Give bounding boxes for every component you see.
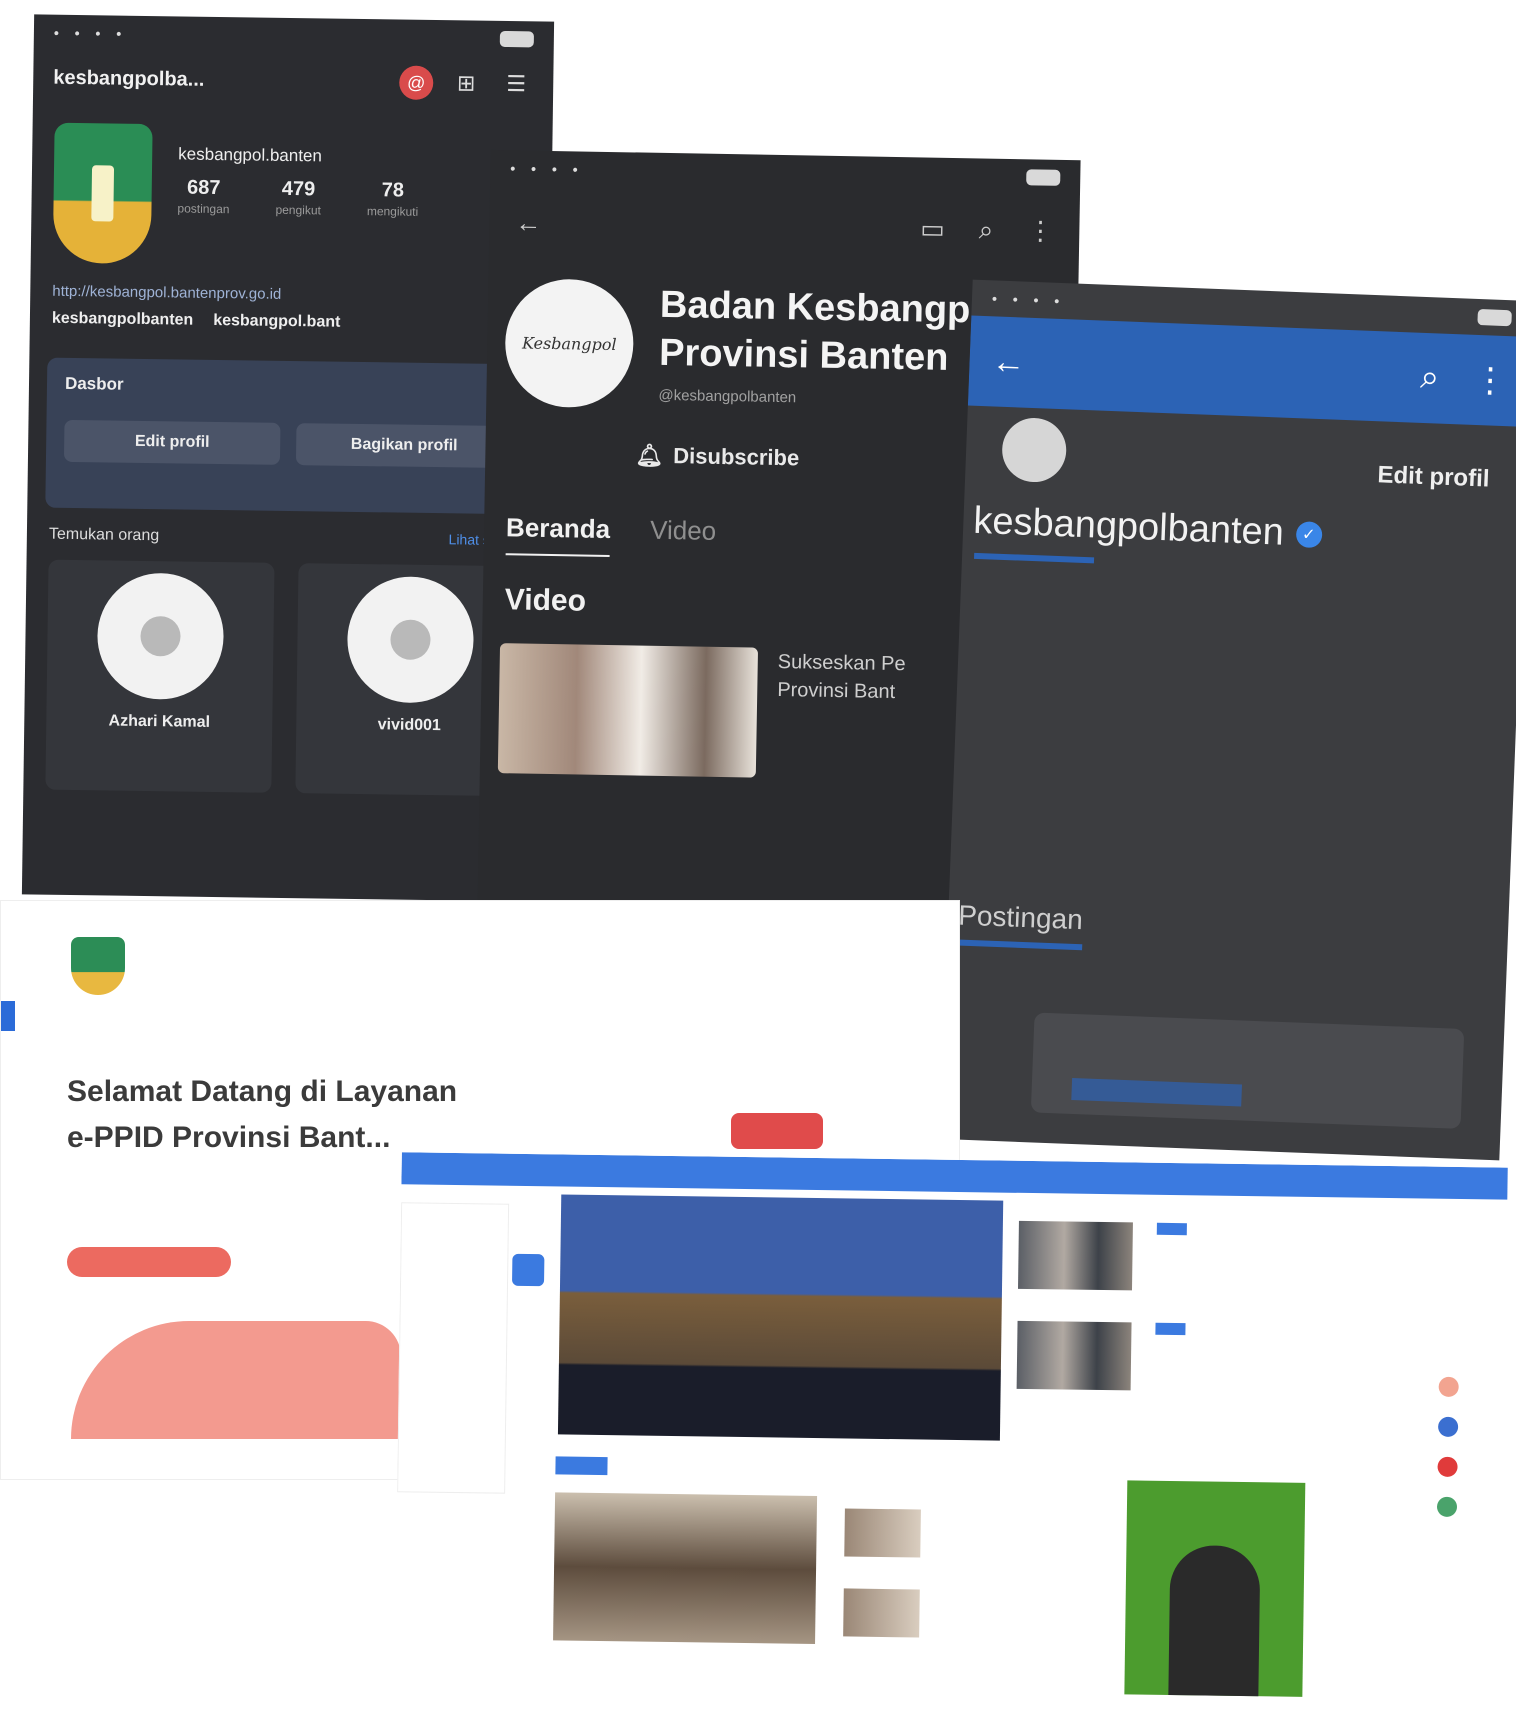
person-figure [1168, 1544, 1261, 1697]
subscribed-button[interactable]: 🔔︎ Disubscribe [635, 442, 799, 471]
mini-news-item[interactable] [844, 1508, 921, 1558]
cta-button[interactable] [67, 1247, 231, 1277]
add-post-icon[interactable]: ⊞ [449, 66, 483, 100]
news-thumbnail[interactable] [844, 1508, 921, 1558]
banten-crest-avatar[interactable] [52, 122, 153, 265]
edit-profile-button[interactable]: Edit profil [1377, 461, 1490, 493]
stat-followers[interactable]: 479 pengikut [275, 178, 321, 220]
decorative-wave [71, 1321, 401, 1439]
threads-link-1[interactable]: kesbangpolbanten [52, 310, 194, 330]
edit-profile-button[interactable]: Edit profil [63, 419, 281, 465]
ig-threads-links: kesbangpolbanten kesbangpol.bant [30, 303, 550, 340]
avatar [96, 572, 225, 701]
video-thumbnail[interactable] [497, 643, 759, 778]
youtube-icon[interactable] [1437, 1456, 1458, 1477]
cast-icon[interactable]: ▭ [920, 213, 945, 245]
portrait-photo[interactable] [1124, 1480, 1306, 1697]
news-portal-screenshot [394, 1152, 1516, 1712]
back-arrow-icon[interactable]: ← [515, 207, 542, 238]
verified-badge-icon: ✓ [1295, 520, 1323, 548]
search-icon[interactable]: ⌕ [1419, 358, 1440, 399]
channel-title: Badan Kesbangp Provinsi Banten [658, 283, 971, 379]
more-icon[interactable]: ⋮ [1027, 215, 1054, 247]
bell-icon: 🔔︎ [635, 442, 664, 468]
category-tag [1155, 1322, 1186, 1336]
top-nav-bar[interactable] [401, 1152, 1508, 1200]
tab-videos[interactable]: Video [650, 515, 717, 559]
share-profile-button[interactable]: Bagikan profil [295, 423, 513, 469]
ig-profile-name: kesbangpol.banten [178, 144, 323, 166]
section-label [555, 1456, 608, 1476]
video-title: Sukseskan Pe Provinsi Bant [777, 650, 906, 704]
side-news-item[interactable] [1016, 1320, 1186, 1391]
side-menu[interactable] [397, 1202, 510, 1494]
side-news-item[interactable] [1018, 1220, 1187, 1291]
banten-logo[interactable] [71, 937, 125, 995]
edge-marker [1, 1001, 15, 1031]
suggestion-name: vivid001 [377, 716, 441, 735]
page-headline: Selamat Datang di Layanan e-PPID Provins… [67, 1075, 458, 1154]
news-thumbnail[interactable] [1018, 1220, 1133, 1291]
hero-news[interactable] [557, 1194, 1004, 1441]
ig-profile-header: kesbangpol.banten 687 postingan 479 pengik… [31, 104, 553, 269]
news-thumbnail[interactable] [843, 1588, 920, 1638]
yt-top-bar: ← ▭ ⌕ ⋮ [489, 186, 1080, 268]
tab-home[interactable]: Beranda [505, 512, 611, 558]
avatar [346, 575, 475, 704]
dashboard-subtitle [65, 400, 513, 406]
stat-following[interactable]: 78 mengikuti [367, 179, 419, 221]
bottom-panel[interactable] [1030, 1012, 1465, 1129]
news-thumbnail[interactable] [1016, 1320, 1132, 1391]
menu-icon[interactable]: ☰ [499, 67, 533, 101]
instagram-icon[interactable] [1438, 1376, 1459, 1397]
threads-profile-screenshot: • • • • ← ⌕ ⋮ Edit profil kesbangpolbant… [939, 279, 1516, 1161]
ig-top-bar: kesbangpolba... @ ⊞ ☰ [33, 50, 554, 111]
back-arrow-icon[interactable]: ← [991, 342, 1026, 382]
ig-username[interactable]: kesbangpolba... [53, 66, 383, 94]
status-icons: • • • • [991, 290, 1066, 310]
mini-news-item[interactable] [843, 1588, 920, 1638]
suggestion-cards: Azhari Kamal vivid001 [23, 543, 547, 812]
status-icons: • • • • [510, 160, 584, 178]
more-icon[interactable]: ⋮ [1472, 360, 1508, 401]
suggestions-header: Temukan orang Lihat semua [27, 507, 547, 550]
social-icons [1436, 1376, 1459, 1517]
whatsapp-icon[interactable] [1436, 1496, 1458, 1517]
ig-stats: 687 postingan 479 pengikut 78 mengikuti [177, 176, 418, 220]
threads-link-2[interactable]: kesbangpol.bant [213, 312, 340, 332]
instagram-profile-screenshot: • • • • kesbangpolba... @ ⊞ ☰ kesbangpol… [21, 14, 555, 902]
battery-icon [1477, 308, 1512, 327]
suggestions-title: Temukan orang [48, 525, 160, 545]
suggestion-name: Azhari Kamal [108, 712, 211, 731]
avatar[interactable] [1001, 416, 1068, 484]
channel-logo[interactable]: Kesbangpol [504, 278, 635, 409]
channel-handle: @kesbangpolbanten [658, 386, 797, 407]
stat-posts[interactable]: 687 postingan [177, 176, 230, 218]
threads-icon[interactable]: @ [399, 65, 434, 100]
status-icons: • • • • [53, 24, 128, 42]
menu-chip[interactable] [511, 1253, 545, 1287]
dashboard-title: Dasbor [64, 373, 124, 394]
username-underline [973, 552, 1095, 564]
featured-news-image[interactable] [553, 1492, 818, 1645]
suggestion-card[interactable]: Azhari Kamal [45, 559, 275, 793]
login-badge[interactable] [731, 1113, 823, 1149]
search-icon[interactable]: ⌕ [979, 214, 994, 246]
tab-posts[interactable]: Postingan [957, 899, 1084, 951]
facebook-icon[interactable] [1437, 1416, 1459, 1437]
ig-professional-dashboard[interactable]: Dasbor Edit profil Bagikan profil [45, 357, 532, 515]
category-tag [1156, 1222, 1187, 1236]
battery-icon [1026, 169, 1061, 186]
battery-icon [499, 30, 534, 48]
ig-bio-link[interactable]: http://kesbangpol.bantenprov.go.id [30, 262, 551, 310]
